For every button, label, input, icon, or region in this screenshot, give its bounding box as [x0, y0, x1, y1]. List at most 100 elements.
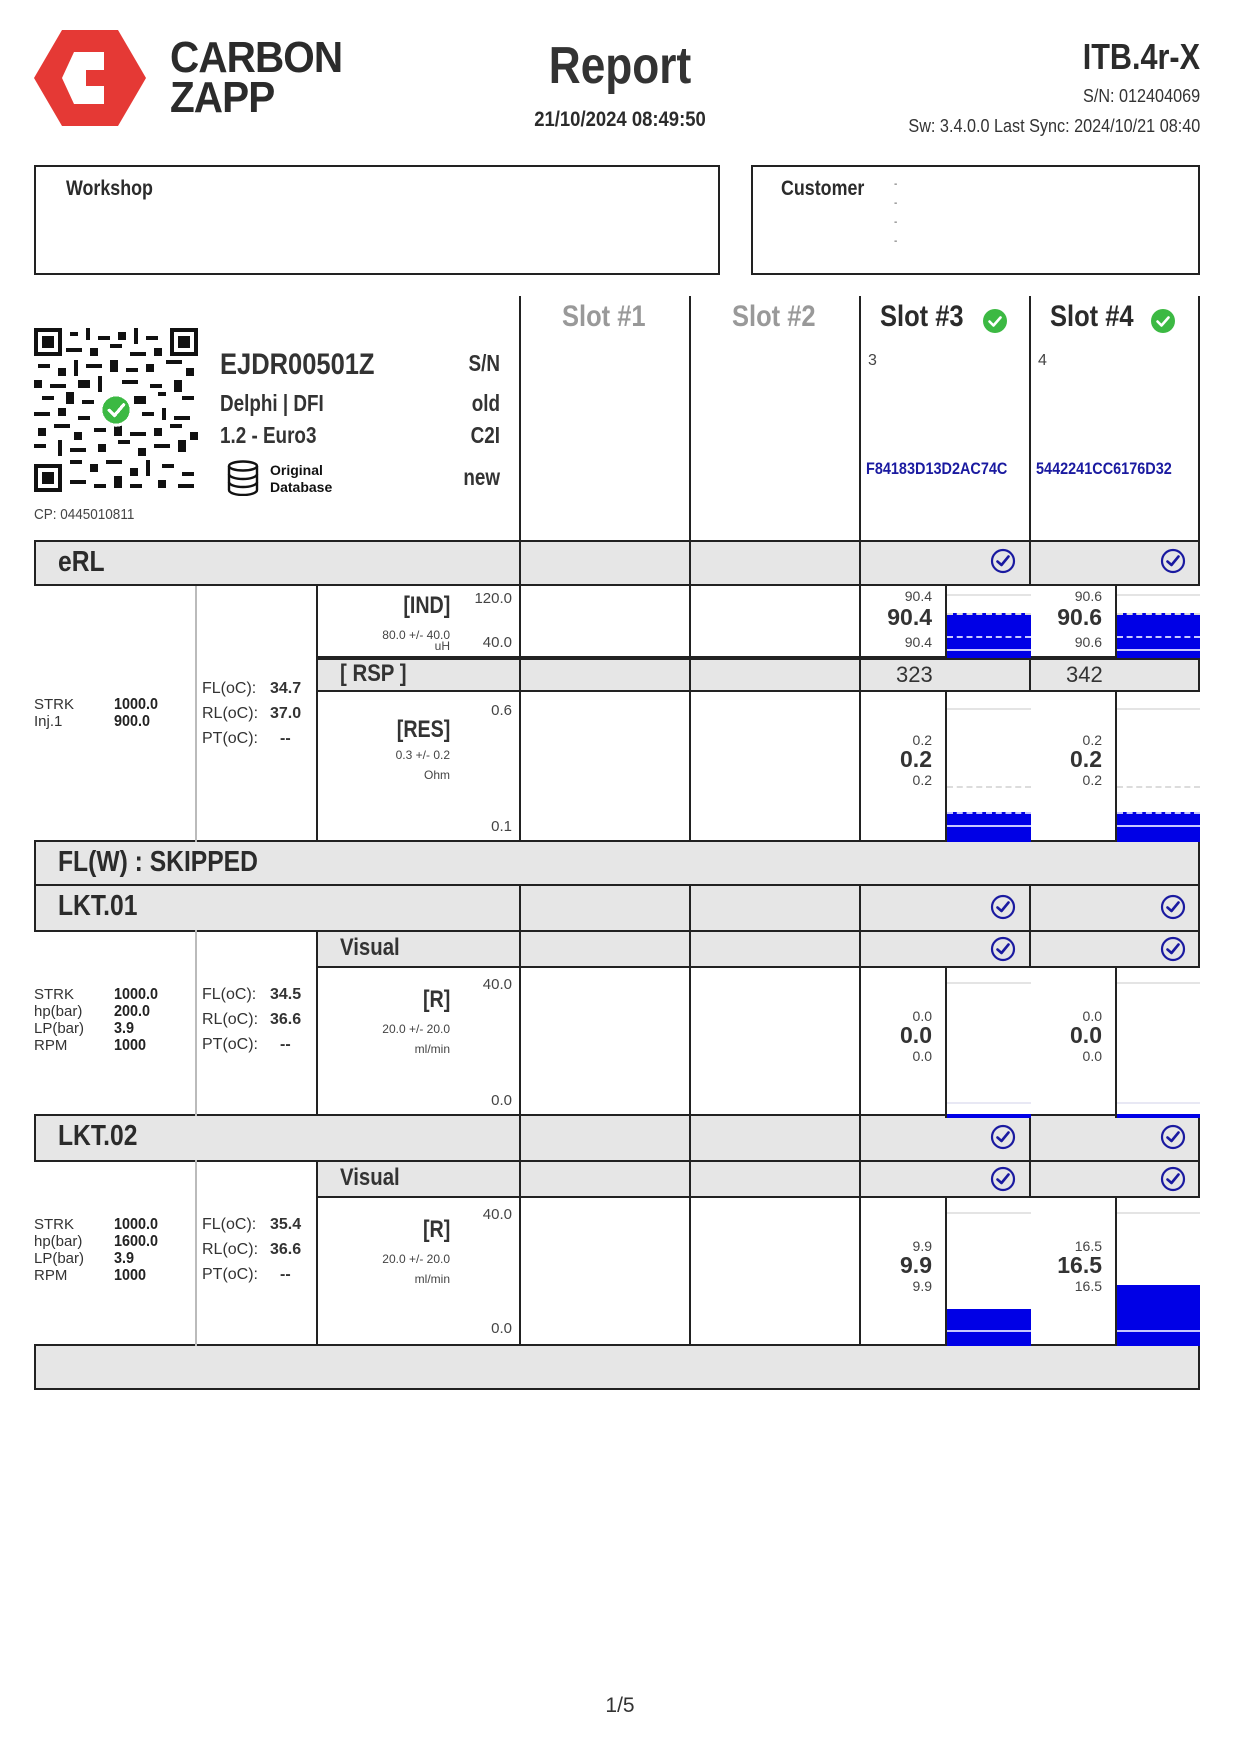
column-divider [689, 296, 691, 542]
lkt01-r-spec: 20.0 +/- 20.0 [382, 1022, 450, 1036]
temp-value: 37.0 [270, 705, 302, 722]
column-divider [1198, 296, 1200, 542]
param-value: 1000 [114, 1267, 147, 1284]
lkt01-slot-4-bar-fill [1117, 1113, 1200, 1118]
column-divider [689, 1114, 691, 1346]
side-label-new: new [463, 464, 500, 490]
lkt01-params: STRK 1000.0 hp(bar) 200.0 LP(bar) 3.9 RPM 10… [34, 986, 158, 1054]
ind-slot-3-min: 90.4 [904, 634, 932, 650]
ind-slot-3-value: 90.4 [887, 604, 932, 630]
temp-value: 36.6 [270, 1241, 302, 1258]
column-divider [316, 1160, 318, 1346]
temp-name: RL(oC): [202, 1241, 259, 1258]
temp-name: FL(oC): [202, 986, 257, 1003]
param-value: 1600.0 [114, 1233, 159, 1250]
temp-value: -- [280, 1036, 291, 1053]
lkt01-visual-title: Visual [340, 934, 400, 961]
lkt01-slot-3-value: 0.0 [900, 1022, 932, 1048]
column-divider [195, 930, 197, 1116]
side-label-old: old [471, 390, 500, 416]
column-divider [316, 586, 318, 842]
injector-code: EJDR00501Z [220, 348, 375, 381]
slot-3-code: F84183D13D2AC74C [866, 459, 1008, 478]
lkt01-r-axis-max: 40.0 [482, 976, 512, 993]
erl-temps: FL(oC): 34.7 RL(oC): 37.0 PT(oC): -- [202, 676, 312, 751]
param-value: 1000.0 [114, 696, 159, 713]
temp-value: 34.7 [270, 680, 302, 697]
ind-axis-min: 40.0 [482, 634, 512, 651]
lkt02-visual-slot-3-check-icon [990, 1166, 1016, 1192]
param-value: 3.9 [114, 1020, 135, 1037]
param-value: 1000.0 [114, 986, 159, 1003]
temp-name: FL(oC): [202, 1216, 257, 1233]
column-divider [859, 540, 861, 842]
lkt02-r-unit: ml/min [414, 1272, 450, 1286]
injector-qr-code [34, 328, 198, 492]
column-divider [316, 930, 318, 1116]
ind-slot-4-min: 90.6 [1074, 634, 1102, 650]
side-label-c2i: C2I [470, 422, 500, 448]
lkt01-r-axis-min: 0.0 [491, 1092, 512, 1109]
param-name: RPM [34, 1267, 68, 1284]
param-name: STRK [34, 986, 75, 1003]
res-slot-3-value: 0.2 [900, 746, 932, 772]
bar-ref-line [1117, 708, 1200, 710]
erl-slot-4-check-icon [1160, 548, 1186, 574]
bar-target-line [947, 812, 1031, 814]
slot-3-title: Slot #3 [880, 300, 964, 333]
database-icon [227, 460, 259, 496]
param-value: 200.0 [114, 1003, 151, 1020]
lkt01-slot-4-value: 0.0 [1070, 1022, 1102, 1048]
temp-name: PT(oC): [202, 1266, 258, 1283]
bar-ref-line [1117, 982, 1200, 984]
bar-target-line [947, 636, 1031, 638]
lkt01-section-title: LKT.01 [58, 890, 138, 922]
param-name: STRK [34, 696, 75, 713]
bar-ref-line [947, 1212, 1031, 1214]
lkt01-slot-4-check-icon [1160, 894, 1186, 920]
column-divider [859, 296, 861, 542]
param-name: LP(bar) [34, 1020, 85, 1037]
res-slot-4-value: 0.2 [1070, 746, 1102, 772]
column-divider [859, 1114, 861, 1346]
rsp-title: [ RSP ] [340, 660, 407, 687]
footer-section-row [34, 1344, 1200, 1390]
bar-target-line [1117, 636, 1200, 638]
lkt02-r-title: [R] [422, 1216, 450, 1243]
lkt01-r-title: [R] [422, 986, 450, 1013]
res-axis-max: 0.6 [491, 702, 512, 719]
lkt02-r-axis-min: 0.0 [491, 1320, 512, 1337]
lkt02-slot-4-min: 16.5 [1074, 1278, 1102, 1294]
ind-slot-3-bar [945, 586, 1031, 658]
lkt01-slot-3-min: 0.0 [912, 1048, 932, 1064]
lkt02-visual-slot-4-check-icon [1160, 1166, 1186, 1192]
lkt02-r-spec: 20.0 +/- 20.0 [382, 1252, 450, 1266]
lkt02-slot-3-bar-fill [947, 1309, 1031, 1346]
column-divider [519, 1114, 521, 1346]
lkt01-slot-3-check-icon [990, 894, 1016, 920]
bar-tol-line [947, 613, 1031, 615]
lkt02-section-title: LKT.02 [58, 1120, 138, 1152]
ind-slot-4-value: 90.6 [1057, 604, 1102, 630]
erl-slot-3-check-icon [990, 548, 1016, 574]
bar-tol-line [1117, 786, 1200, 788]
param-value: 1000 [114, 1037, 147, 1054]
slot-4-code: 5442241CC6176D32 [1036, 459, 1172, 478]
erl-params: STRK 1000.0 Inj.1 900.0 [34, 696, 158, 730]
lkt02-temps: FL(oC): 35.4 RL(oC): 36.6 PT(oC): -- [202, 1212, 312, 1287]
ind-slot-4-max: 90.6 [1074, 588, 1102, 604]
res-unit: Ohm [423, 768, 450, 782]
lkt01-slot-4-min: 0.0 [1082, 1048, 1102, 1064]
res-axis-min: 0.1 [491, 818, 512, 835]
bar-target-line [1117, 812, 1200, 814]
bar-ref-line [947, 708, 1031, 710]
erl-section-title: eRL [58, 546, 105, 578]
ind-unit: uH [434, 639, 450, 653]
bar-ref-line [947, 594, 1031, 596]
res-slot-3-bar-fill [947, 812, 1031, 842]
lkt02-visual-title: Visual [340, 1164, 400, 1191]
lkt01-r-unit: ml/min [414, 1042, 450, 1056]
lkt01-slot-3-bar-fill [947, 1113, 1031, 1118]
column-divider [519, 884, 521, 1116]
lkt02-slot-3-bar [945, 1198, 1031, 1346]
